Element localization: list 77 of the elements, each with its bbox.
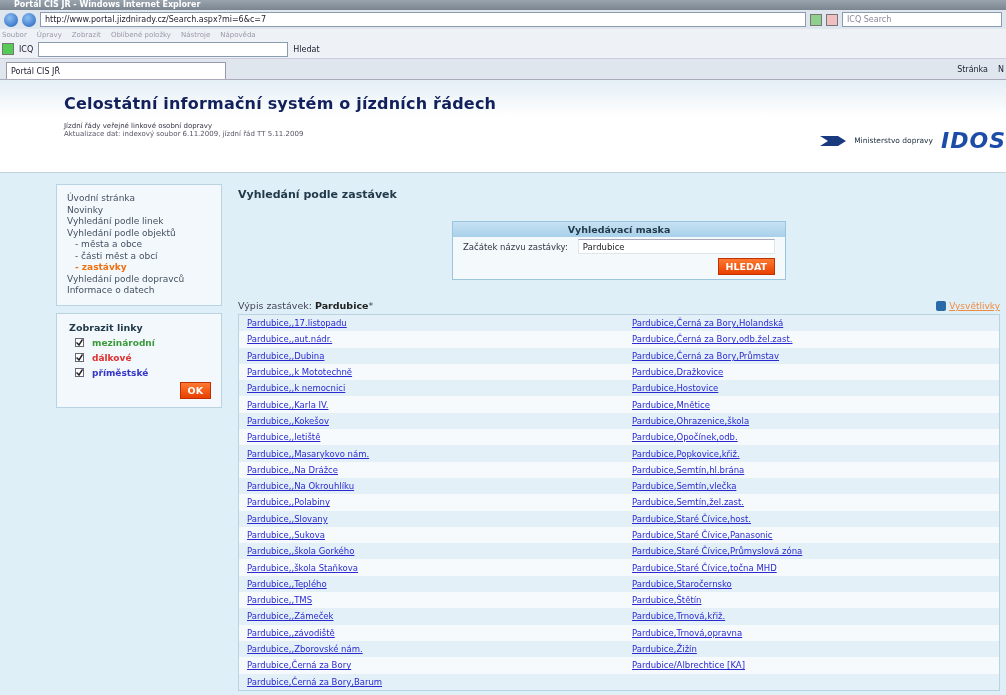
- stop-link[interactable]: Pardubice,,škola Staňkova: [239, 562, 359, 573]
- stop-link[interactable]: Pardubice,,Zámeček: [239, 611, 334, 622]
- sidebar-link[interactable]: Vyhledání podle objektů: [67, 227, 211, 239]
- stop-link[interactable]: Pardubice,Hostovice: [624, 383, 719, 394]
- stop-link[interactable]: Pardubice,Černá za Bory,odb.žel.zast.: [624, 334, 793, 345]
- stop-link[interactable]: Pardubice,Černá za Bory,Barum: [239, 676, 383, 687]
- stop-link[interactable]: Pardubice,Ohrazenice,škola: [624, 415, 750, 426]
- stop-link[interactable]: Pardubice,,závodiště: [239, 627, 335, 638]
- stop-link[interactable]: Pardubice,Žižín: [624, 644, 697, 655]
- stop-link[interactable]: Pardubice,Černá za Bory: [239, 660, 352, 671]
- stop-link[interactable]: Pardubice,Semtín,hl.brána: [624, 464, 745, 475]
- stop-link[interactable]: Pardubice,,Zborovské nám.: [239, 644, 363, 655]
- stop-link[interactable]: Pardubice,,aut.nádr.: [239, 334, 333, 345]
- stop-link[interactable]: Pardubice,Opočínek,odb.: [624, 432, 738, 443]
- stop-link[interactable]: Pardubice,Popkovice,křiž.: [624, 448, 740, 459]
- stop-link[interactable]: Pardubice,Štětín: [624, 595, 702, 606]
- stop-link[interactable]: Pardubice,,letiště: [239, 432, 321, 443]
- stop-link[interactable]: Pardubice,Dražkovice: [624, 367, 724, 378]
- stop-link[interactable]: Pardubice,,Masarykovo nám.: [239, 448, 370, 459]
- stop-link[interactable]: Pardubice,,Karla IV.: [239, 399, 329, 410]
- checkbox-label: příměstské: [92, 367, 149, 378]
- field-label: Začátek názvu zastávky:: [463, 241, 568, 252]
- command-button[interactable]: Stránka: [957, 64, 988, 74]
- filter-title: Zobrazit linky: [69, 321, 144, 333]
- sidebar-link[interactable]: Vyhledání podle linek: [67, 216, 211, 228]
- toolbar-label: ICQ: [19, 44, 34, 54]
- stop-link[interactable]: Pardubice,Mnětice: [624, 399, 710, 410]
- window-title: Portál CIS JŘ - Windows Internet Explorer: [14, 0, 201, 10]
- sidebar-link[interactable]: Úvodní stránka: [67, 193, 211, 205]
- checkbox[interactable]: [75, 353, 84, 362]
- sidebar-link[interactable]: - části měst a obcí: [67, 250, 211, 262]
- stop-link[interactable]: Pardubice,,Teplého: [239, 578, 327, 589]
- stop-link[interactable]: Pardubice,Semtín,vlečka: [624, 481, 737, 492]
- stop-link[interactable]: Pardubice,,Na Okrouhlíku: [239, 481, 355, 492]
- command-button[interactable]: N: [998, 64, 1004, 74]
- stop-link[interactable]: Pardubice,Staré Čívice,točna MHD: [624, 562, 777, 573]
- browser-tab[interactable]: Portál CIS JŘ: [6, 62, 226, 79]
- stop-link[interactable]: Pardubice,,škola Gorkého: [239, 546, 355, 557]
- sidebar-link[interactable]: Novinky: [67, 204, 211, 216]
- stop-link[interactable]: Pardubice,Staré Čívice,Průmyslová zóna: [624, 546, 803, 557]
- stop-link[interactable]: Pardubice,,k nemocnici: [239, 383, 346, 394]
- stop-link[interactable]: Pardubice,,Slovany: [239, 513, 328, 524]
- stop-link[interactable]: Pardubice,Černá za Bory,Průmstav: [624, 350, 780, 361]
- checkbox[interactable]: [75, 338, 84, 347]
- panel-title: Vyhledávací maska: [453, 222, 785, 237]
- checkbox-label: dálkové: [92, 352, 132, 363]
- checkbox[interactable]: [75, 368, 84, 377]
- stop-link[interactable]: Pardubice,,TMS: [239, 595, 313, 606]
- stop-link[interactable]: Pardubice,Trnová,opravna: [624, 627, 743, 638]
- stop-link[interactable]: Pardubice,,Polabiny: [239, 497, 330, 508]
- page-title: Vyhledání podle zastávek: [238, 188, 398, 201]
- stop-link[interactable]: Pardubice,Černá za Bory,Holandská: [624, 318, 784, 329]
- search-field[interactable]: ICQ Search: [842, 12, 1002, 27]
- stop-link[interactable]: Pardubice,Staročernsko: [624, 578, 732, 589]
- checkbox-label: mezinárodní: [92, 337, 155, 348]
- stop-link[interactable]: Pardubice,Semtín,žel.zast.: [624, 497, 745, 508]
- results-caption: Výpis zastávek: Pardubice*: [238, 300, 374, 311]
- stop-link[interactable]: Pardubice,Staré Čívice,host.: [624, 513, 751, 524]
- stop-name-field[interactable]: Pardubice: [577, 239, 775, 254]
- stop-link[interactable]: Pardubice,,k Mototechně: [239, 367, 353, 378]
- stop-link[interactable]: Pardubice,Trnová,křiž.: [624, 611, 726, 622]
- address-field[interactable]: http://www.portal.jizdnirady.cz/Search.aspx?mi=6&c=7: [40, 12, 806, 27]
- sidebar-link[interactable]: Vyhledání podle dopravců: [67, 273, 211, 285]
- stop-link[interactable]: Pardubice,,Dubina: [239, 350, 325, 361]
- stop-link[interactable]: Pardubice,,17.listopadu: [239, 318, 347, 329]
- ministry-logo-icon: [820, 134, 847, 146]
- sidebar-link[interactable]: - města a obce: [67, 239, 211, 251]
- stop-link[interactable]: Pardubice,Staré Čívice,Panasonic: [624, 530, 773, 540]
- site-title: Celostátní informační systém o jízdních řádech: [64, 94, 497, 113]
- search-button[interactable]: Hledat: [293, 44, 320, 54]
- logo: IDOS: [941, 127, 1006, 153]
- toolbar-search-field[interactable]: [38, 41, 289, 57]
- sidebar-link[interactable]: Informace o datech: [67, 285, 211, 297]
- stop-link[interactable]: Pardubice/Albrechtice [KA]: [624, 660, 745, 671]
- stop-link[interactable]: Pardubice,,Sukova: [239, 530, 325, 540]
- stop-link[interactable]: Pardubice,,Na Drážce: [239, 464, 339, 475]
- stop-link[interactable]: Pardubice,,Kokešov: [239, 415, 329, 426]
